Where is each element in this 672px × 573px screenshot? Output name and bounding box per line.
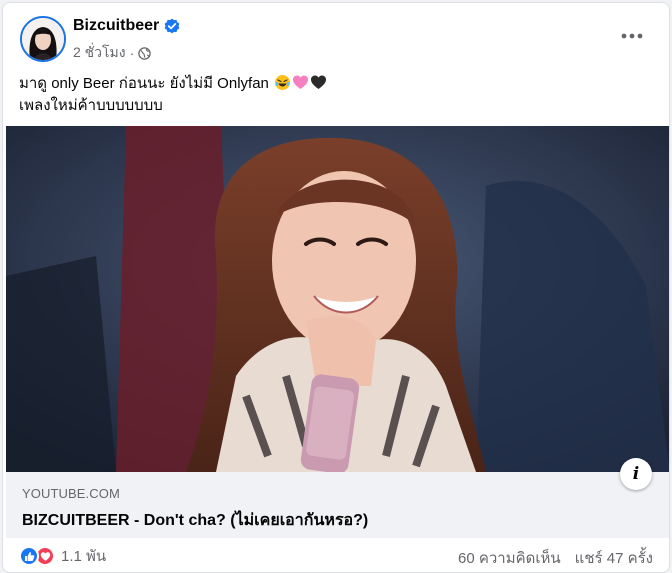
post-meta: 2 ชั่วโมง · bbox=[73, 42, 152, 64]
globe-icon[interactable] bbox=[138, 46, 152, 60]
pink-heart-emoji bbox=[292, 74, 309, 91]
more-options-button[interactable] bbox=[615, 23, 649, 49]
black-heart-emoji bbox=[310, 74, 327, 91]
post-timestamp[interactable]: 2 ชั่วโมง bbox=[73, 42, 126, 64]
video-thumbnail[interactable] bbox=[6, 126, 669, 472]
verified-badge-icon bbox=[164, 18, 180, 34]
comment-count[interactable]: 60 ความคิดเห็น bbox=[458, 546, 561, 570]
info-button[interactable]: i bbox=[620, 458, 652, 490]
more-options-icon bbox=[621, 33, 643, 39]
meta-separator: · bbox=[129, 45, 135, 61]
share-count[interactable]: แชร์ 47 ครั้ง bbox=[575, 546, 653, 570]
engagement-stats: 60 ความคิดเห็น แชร์ 47 ครั้ง bbox=[458, 546, 653, 570]
post-card: Bizcuitbeer 2 ชั่วโมง · มาดู only Beer ก… bbox=[2, 2, 670, 573]
rolling-on-floor-laughing-emoji bbox=[274, 74, 291, 91]
like-reaction-icon bbox=[19, 546, 39, 566]
reaction-count: 1.1 พัน bbox=[61, 548, 107, 565]
author-row: Bizcuitbeer bbox=[73, 17, 180, 35]
link-preview[interactable]: YOUTUBE.COM BIZCUITBEER - Don't cha? (ไม… bbox=[6, 472, 669, 538]
post-text-line-1: มาดู only Beer ก่อนนะ ยังไม่มี Onlyfan bbox=[19, 75, 269, 92]
post-text: มาดู only Beer ก่อนนะ ยังไม่มี Onlyfan เ… bbox=[19, 73, 327, 117]
post-text-line: มาดู only Beer ก่อนนะ ยังไม่มี Onlyfan bbox=[19, 73, 327, 95]
avatar[interactable] bbox=[20, 16, 66, 62]
author-name[interactable]: Bizcuitbeer bbox=[73, 17, 159, 35]
info-icon: i bbox=[632, 464, 640, 484]
link-domain: YOUTUBE.COM bbox=[22, 486, 120, 501]
post-text-line-2: เพลงใหม่ค้าบบบบบบบ bbox=[19, 97, 163, 114]
link-title[interactable]: BIZCUITBEER - Don't cha? (ไม่เคยเอากันหร… bbox=[22, 508, 368, 533]
reaction-summary[interactable]: 1.1 พัน bbox=[19, 544, 106, 568]
